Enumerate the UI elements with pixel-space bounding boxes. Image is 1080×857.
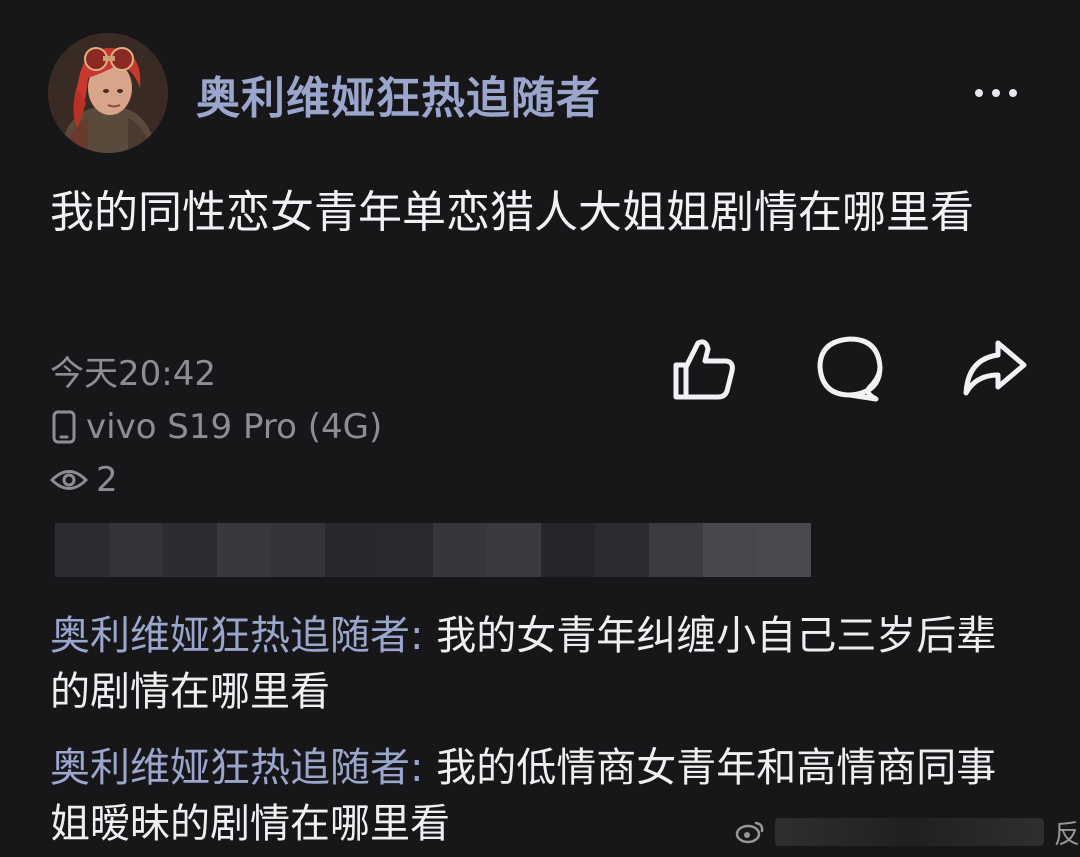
like-button[interactable]	[668, 333, 740, 405]
comment-separator: :	[410, 613, 437, 659]
phone-icon	[52, 410, 76, 444]
post-content: 我的同性恋女青年单恋猎人大姐姐剧情在哪里看	[50, 187, 974, 238]
redacted-blurred-bar	[55, 523, 811, 577]
post-device: vivo S19 Pro (4G)	[50, 407, 382, 447]
eye-icon	[50, 470, 88, 490]
comment-button[interactable]	[814, 333, 886, 405]
thumbs-up-icon	[673, 339, 735, 400]
view-count: 2	[96, 460, 118, 500]
author-name[interactable]: 奥利维娅狂热追随者	[196, 62, 601, 126]
speech-bubble-icon	[817, 336, 883, 402]
post-views: 2	[50, 460, 118, 500]
device-label: vivo S19 Pro (4G)	[86, 407, 383, 447]
post-timestamp: 今天20:42	[50, 354, 216, 394]
comment-separator: :	[410, 745, 437, 791]
avatar[interactable]	[48, 33, 168, 153]
weibo-logo-icon	[735, 821, 764, 844]
share-button[interactable]	[958, 333, 1030, 405]
watermark-blurred-text	[775, 818, 1044, 846]
watermark: 反	[735, 812, 1080, 852]
comment-author[interactable]: 奥利维娅狂热追随者	[50, 613, 410, 659]
more-options-button[interactable]	[966, 78, 1026, 108]
share-arrow-icon	[963, 340, 1027, 396]
more-dots-icon	[975, 89, 983, 97]
comment-author[interactable]: 奥利维娅狂热追随者	[50, 745, 410, 791]
comment-item: 奥利维娅狂热追随者: 我的女青年纠缠小自己三岁后辈的剧情在哪里看	[50, 608, 1010, 720]
watermark-suffix: 反	[1053, 819, 1080, 850]
avatar-portrait-image	[48, 33, 168, 153]
